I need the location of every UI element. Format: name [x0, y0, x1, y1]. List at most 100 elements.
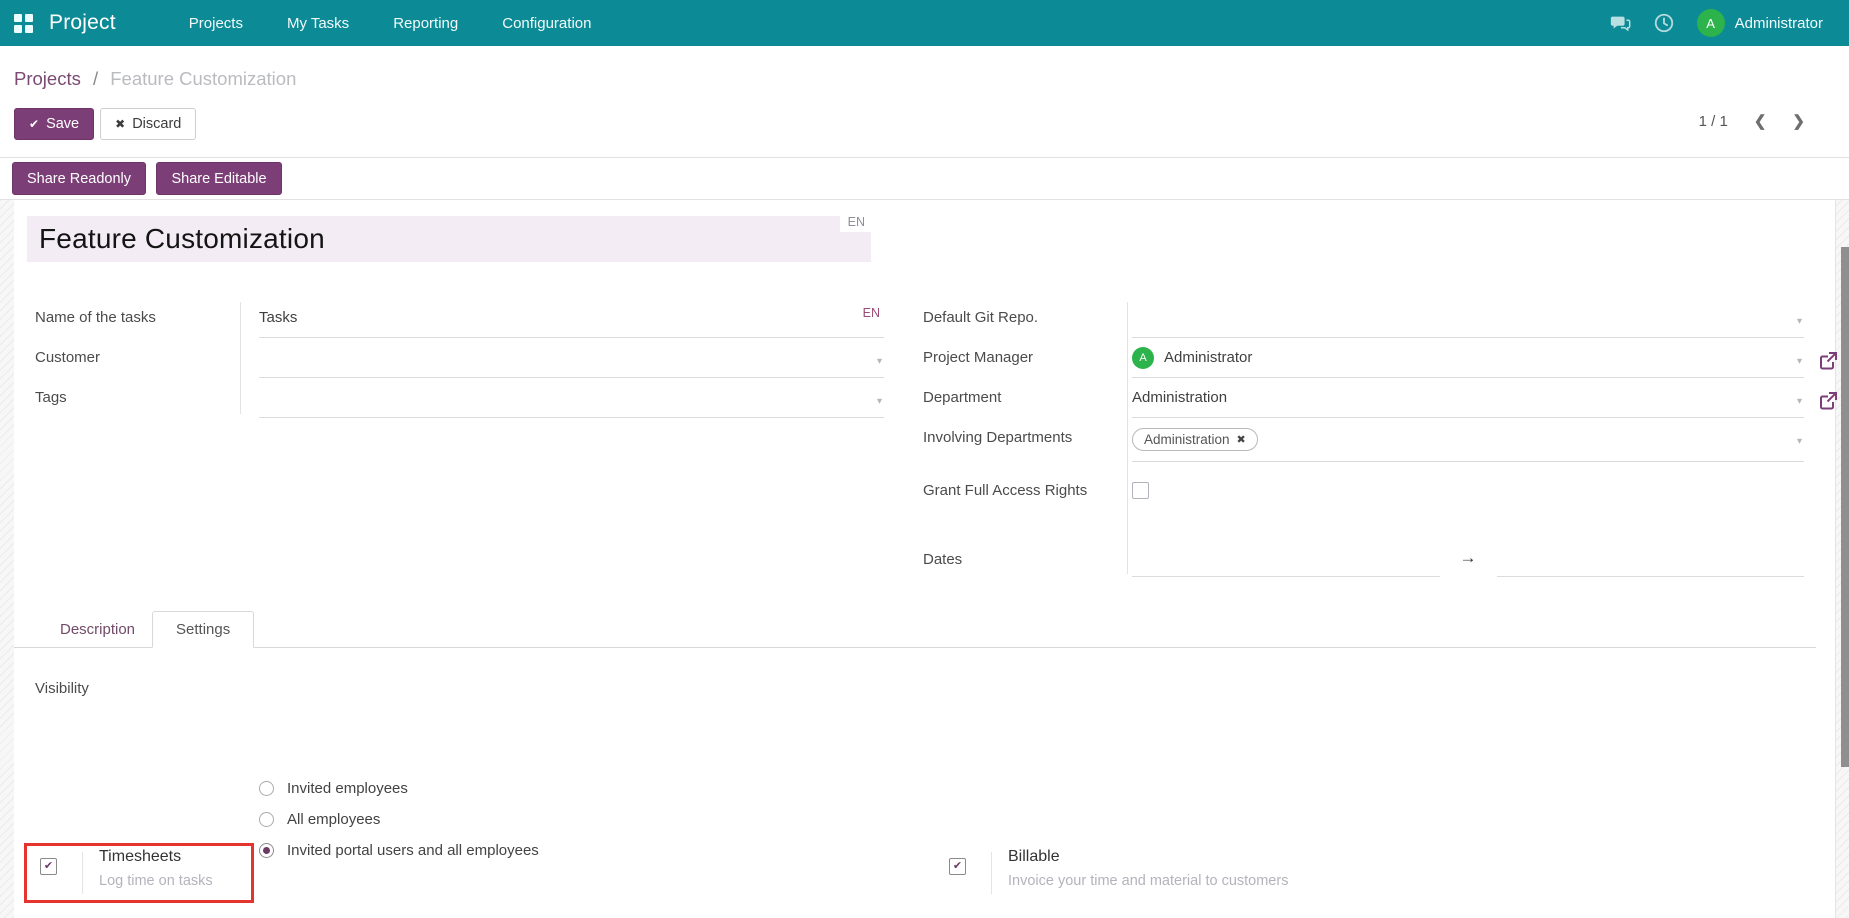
- right-field-group: Default Git Repo. ▾ Project Manager A Ad…: [923, 298, 1837, 584]
- group-separator: [35, 674, 884, 770]
- app-title[interactable]: Project: [49, 11, 116, 35]
- customer-label: Customer: [35, 349, 101, 366]
- name-of-tasks-label: Name of the tasks: [35, 309, 156, 326]
- radio-selected-icon[interactable]: [259, 843, 274, 858]
- project-manager-input[interactable]: A Administrator ▾: [1132, 338, 1837, 378]
- top-navbar: Project Projects My Tasks Reporting Conf…: [0, 0, 1849, 46]
- record-pager: 1 / 1 ❮ ❯: [1699, 112, 1805, 131]
- menu-configuration[interactable]: Configuration: [487, 2, 606, 45]
- visibility-option-all-employees[interactable]: All employees: [259, 804, 884, 835]
- vertical-scrollbar[interactable]: [1841, 247, 1849, 767]
- project-manager-value[interactable]: Administrator: [1164, 349, 1252, 366]
- check-icon: ✔: [29, 117, 40, 131]
- share-editable-label: Share Editable: [171, 170, 267, 187]
- date-start-input[interactable]: [1132, 547, 1440, 577]
- customer-input[interactable]: ▾: [259, 338, 884, 378]
- breadcrumb-projects-link[interactable]: Projects: [14, 68, 81, 89]
- share-readonly-label: Share Readonly: [27, 170, 131, 187]
- department-value[interactable]: Administration: [1132, 389, 1227, 406]
- name-of-tasks-value[interactable]: Tasks: [259, 309, 297, 326]
- left-field-group: Name of the tasks Tasks EN Customer ▾ Ta…: [35, 298, 884, 418]
- timesheets-feature-highlighted: ✔ Timesheets Log time on tasks: [24, 843, 254, 903]
- project-title-field[interactable]: Feature Customization EN: [27, 212, 873, 262]
- department-tag[interactable]: Administration ✖: [1132, 428, 1258, 451]
- dropdown-caret-icon[interactable]: ▾: [1797, 436, 1802, 447]
- page-title[interactable]: Feature Customization: [27, 216, 871, 262]
- timesheets-checkbox[interactable]: ✔: [40, 858, 57, 875]
- control-panel: Projects / Feature Customization ✔ Save …: [0, 46, 1849, 158]
- dropdown-caret-icon[interactable]: ▾: [1797, 396, 1802, 407]
- notebook-tabs: Description Settings: [14, 608, 1816, 648]
- visibility-option-portal-users[interactable]: Invited portal users and all employees: [259, 835, 884, 866]
- feature-description: Log time on tasks: [99, 873, 213, 889]
- feature-name: Billable: [1008, 848, 1060, 865]
- tab-settings[interactable]: Settings: [152, 611, 255, 648]
- tab-description[interactable]: Description: [43, 612, 152, 647]
- user-avatar[interactable]: A: [1696, 9, 1725, 37]
- activities-clock-icon[interactable]: [1653, 12, 1675, 34]
- radio-unselected-icon[interactable]: [259, 812, 274, 827]
- visibility-group: Visibility Invited employees All employe…: [35, 674, 884, 866]
- project-manager-label: Project Manager: [923, 349, 1034, 366]
- user-menu[interactable]: Administrator: [1735, 15, 1823, 32]
- discard-button[interactable]: ✖ Discard: [100, 108, 197, 140]
- grant-full-access-checkbox[interactable]: [1132, 482, 1149, 499]
- department-label: Department: [923, 389, 1002, 406]
- dates-field: →: [1132, 540, 1804, 584]
- feature-divider: [991, 852, 992, 894]
- default-git-repo-input[interactable]: ▾: [1132, 298, 1804, 338]
- apps-grid-icon[interactable]: [14, 13, 33, 33]
- radio-unselected-icon[interactable]: [259, 781, 274, 796]
- cross-icon: ✖: [115, 117, 126, 131]
- tags-input[interactable]: ▾: [259, 378, 884, 418]
- radio-label: Invited portal users and all employees: [287, 842, 539, 859]
- feature-name: Timesheets: [99, 848, 182, 865]
- department-tag-label: Administration: [1144, 432, 1230, 447]
- form-statusbar: Share Readonly Share Editable: [0, 158, 1849, 200]
- pager-next-icon[interactable]: ❯: [1792, 112, 1805, 130]
- date-range-arrow-icon: →: [1459, 548, 1477, 567]
- save-button[interactable]: ✔ Save: [14, 108, 95, 140]
- feature-description: Invoice your time and material to custom…: [1008, 873, 1289, 889]
- checkmark-icon: ✔: [43, 860, 54, 872]
- breadcrumb-current: Feature Customization: [110, 68, 297, 89]
- dropdown-caret-icon[interactable]: ▾: [1797, 316, 1802, 327]
- share-editable-button[interactable]: Share Editable: [156, 162, 282, 195]
- visibility-radio-list: Invited employees All employees Invited …: [259, 770, 884, 866]
- checkmark-icon: ✔: [952, 860, 963, 872]
- tags-label: Tags: [35, 389, 67, 406]
- title-language-badge[interactable]: EN: [839, 212, 873, 232]
- share-readonly-button[interactable]: Share Readonly: [12, 162, 146, 195]
- tag-remove-icon[interactable]: ✖: [1237, 433, 1246, 446]
- breadcrumb: Projects / Feature Customization: [14, 68, 296, 90]
- topbar-right: A Administrator: [1609, 9, 1823, 37]
- default-git-repo-label: Default Git Repo.: [923, 309, 1039, 326]
- grant-full-access-label: Grant Full Access Rights: [923, 482, 1088, 499]
- name-of-tasks-input[interactable]: Tasks EN: [259, 298, 884, 338]
- menu-projects[interactable]: Projects: [174, 2, 258, 45]
- involving-departments-label: Involving Departments: [923, 429, 1073, 446]
- field-language-badge[interactable]: EN: [863, 306, 880, 320]
- grant-full-access-field: [1132, 462, 1804, 540]
- visibility-option-invited-employees[interactable]: Invited employees: [259, 773, 884, 804]
- pager-previous-icon[interactable]: ❮: [1754, 112, 1767, 130]
- manager-avatar: A: [1132, 346, 1154, 369]
- form-view-background: Feature Customization EN Name of the tas…: [0, 200, 1849, 918]
- form-action-buttons: ✔ Save ✖ Discard: [14, 108, 197, 140]
- dropdown-caret-icon[interactable]: ▾: [877, 356, 882, 367]
- dropdown-caret-icon[interactable]: ▾: [877, 396, 882, 407]
- date-end-input[interactable]: [1496, 547, 1804, 577]
- messages-icon[interactable]: [1609, 12, 1631, 34]
- menu-my-tasks[interactable]: My Tasks: [272, 2, 364, 45]
- department-input[interactable]: Administration ▾: [1132, 378, 1837, 418]
- save-button-label: Save: [46, 116, 80, 132]
- open-record-external-icon[interactable]: [1818, 351, 1838, 371]
- radio-label: All employees: [287, 811, 381, 828]
- billable-feature: ✔ Billable Invoice your time and materia…: [933, 843, 1453, 903]
- menu-reporting[interactable]: Reporting: [378, 2, 473, 45]
- visibility-label: Visibility: [35, 680, 89, 697]
- dropdown-caret-icon[interactable]: ▾: [1797, 356, 1802, 367]
- billable-checkbox[interactable]: ✔: [949, 858, 966, 875]
- involving-departments-input[interactable]: Administration ✖ ▾: [1132, 418, 1804, 462]
- open-record-external-icon[interactable]: [1818, 391, 1838, 411]
